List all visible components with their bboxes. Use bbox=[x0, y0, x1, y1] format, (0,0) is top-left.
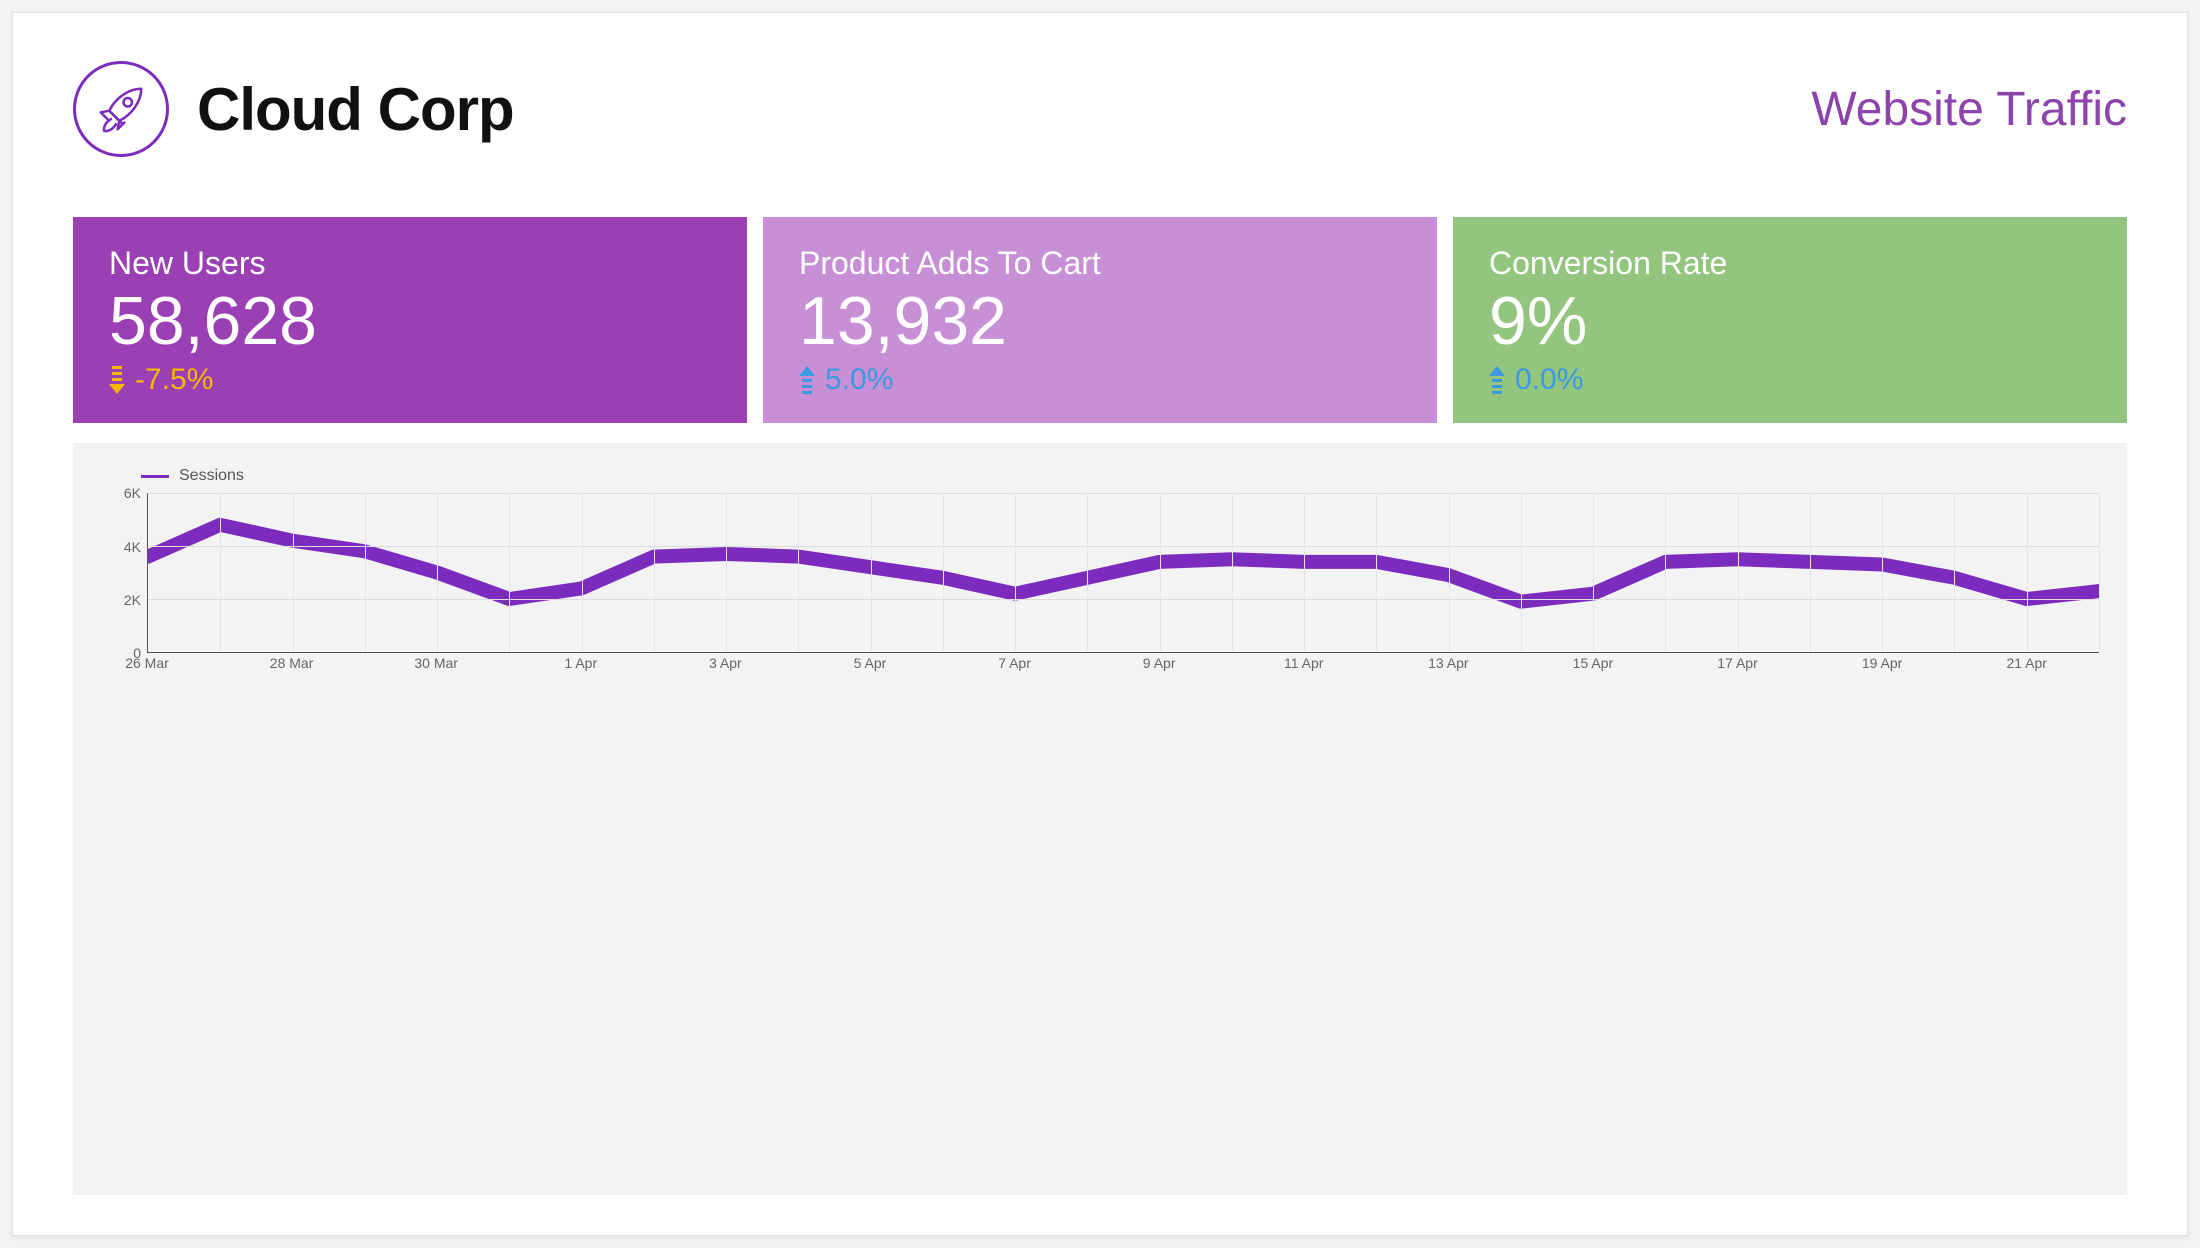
brand: Cloud Corp bbox=[73, 61, 514, 157]
arrow-up-icon bbox=[1489, 366, 1505, 394]
x-tick-label: 3 Apr bbox=[709, 655, 742, 671]
kpi-delta-value: 0.0% bbox=[1515, 363, 1583, 397]
x-tick-label: 5 Apr bbox=[854, 655, 887, 671]
arrow-up-icon bbox=[799, 366, 815, 394]
x-tick-label: 13 Apr bbox=[1428, 655, 1468, 671]
kpi-adds-to-cart: Product Adds To Cart 13,932 5.0% bbox=[763, 217, 1437, 423]
y-tick-label: 6K bbox=[124, 485, 141, 501]
kpi-row: New Users 58,628 -7.5% Product Adds To C… bbox=[73, 217, 2127, 423]
kpi-label: Product Adds To Cart bbox=[799, 245, 1401, 282]
kpi-delta-value: -7.5% bbox=[135, 363, 213, 397]
legend-swatch bbox=[141, 475, 169, 478]
kpi-value: 58,628 bbox=[109, 286, 711, 357]
x-tick-label: 11 Apr bbox=[1284, 655, 1323, 671]
x-tick-label: 9 Apr bbox=[1143, 655, 1176, 671]
chart-plot-area: 02K4K6K 26 Mar28 Mar30 Mar1 Apr3 Apr5 Ap… bbox=[101, 493, 2099, 673]
arrow-down-icon bbox=[109, 366, 125, 394]
x-tick-label: 15 Apr bbox=[1573, 655, 1613, 671]
page-title: Website Traffic bbox=[1811, 82, 2127, 137]
brand-name: Cloud Corp bbox=[197, 75, 514, 144]
x-tick-label: 17 Apr bbox=[1717, 655, 1757, 671]
legend-label: Sessions bbox=[179, 467, 244, 485]
kpi-value: 9% bbox=[1489, 286, 2091, 357]
x-tick-label: 28 Mar bbox=[270, 655, 314, 671]
y-tick-label: 4K bbox=[124, 539, 141, 555]
y-axis: 02K4K6K bbox=[101, 493, 147, 653]
kpi-delta: 5.0% bbox=[799, 363, 1401, 397]
kpi-conversion-rate: Conversion Rate 9% 0.0% bbox=[1453, 217, 2127, 423]
sessions-chart: Sessions 02K4K6K 26 Mar28 Mar30 Mar1 Apr… bbox=[73, 443, 2127, 1195]
kpi-label: Conversion Rate bbox=[1489, 245, 2091, 282]
x-tick-label: 1 Apr bbox=[564, 655, 597, 671]
kpi-label: New Users bbox=[109, 245, 711, 282]
x-tick-label: 30 Mar bbox=[414, 655, 458, 671]
header: Cloud Corp Website Traffic bbox=[73, 61, 2127, 157]
kpi-delta-value: 5.0% bbox=[825, 363, 893, 397]
kpi-delta: -7.5% bbox=[109, 363, 711, 397]
x-axis: 26 Mar28 Mar30 Mar1 Apr3 Apr5 Apr7 Apr9 … bbox=[147, 653, 2099, 673]
x-tick-label: 26 Mar bbox=[125, 655, 169, 671]
plot bbox=[147, 493, 2099, 653]
dashboard-card: Cloud Corp Website Traffic New Users 58,… bbox=[12, 12, 2188, 1236]
y-tick-label: 2K bbox=[124, 592, 141, 608]
kpi-delta: 0.0% bbox=[1489, 363, 2091, 397]
x-tick-label: 7 Apr bbox=[998, 655, 1031, 671]
kpi-value: 13,932 bbox=[799, 286, 1401, 357]
rocket-icon bbox=[73, 61, 169, 157]
kpi-new-users: New Users 58,628 -7.5% bbox=[73, 217, 747, 423]
x-tick-label: 19 Apr bbox=[1862, 655, 1902, 671]
chart-legend: Sessions bbox=[141, 467, 2099, 485]
x-tick-label: 21 Apr bbox=[2006, 655, 2046, 671]
